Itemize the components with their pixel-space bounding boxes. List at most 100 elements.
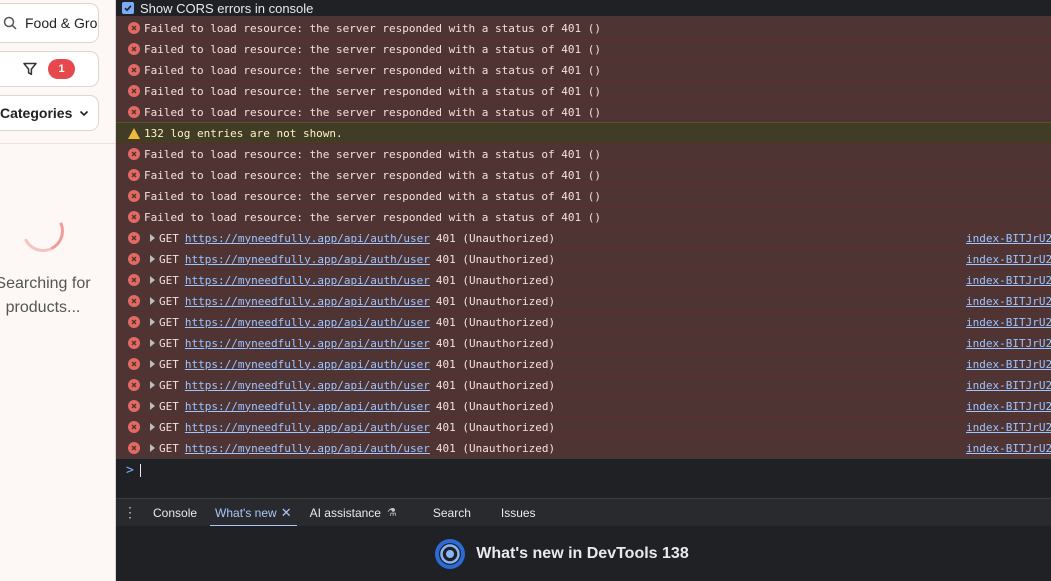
- network-error-row[interactable]: GET https://myneedfully.app/api/auth/user…: [116, 395, 1051, 416]
- expand-triangle-icon[interactable]: [150, 423, 155, 431]
- request-method: GET: [159, 336, 179, 350]
- error-icon: [128, 85, 140, 97]
- expand-triangle-icon[interactable]: [150, 276, 155, 284]
- request-method: GET: [159, 315, 179, 329]
- expand-triangle-icon[interactable]: [150, 381, 155, 389]
- network-error-row[interactable]: GET https://myneedfully.app/api/auth/user…: [116, 437, 1051, 458]
- request-url-link[interactable]: https://myneedfully.app/api/auth/user: [185, 316, 430, 329]
- network-error-row[interactable]: GET https://myneedfully.app/api/auth/user…: [116, 374, 1051, 395]
- request-url-link[interactable]: https://myneedfully.app/api/auth/user: [185, 379, 430, 392]
- error-text: Failed to load resource: the server resp…: [144, 21, 601, 35]
- tab-search[interactable]: Search: [424, 499, 480, 527]
- chrome-logo-icon: [435, 538, 466, 569]
- error-icon: [128, 22, 140, 34]
- categories-dropdown[interactable]: Categories: [0, 95, 99, 131]
- expand-triangle-icon[interactable]: [150, 297, 155, 305]
- cors-checkbox[interactable]: [122, 2, 134, 14]
- loading-spinner-icon: [16, 204, 70, 258]
- error-icon: [128, 64, 140, 76]
- devtools-panel: Show CORS errors in console Failed to lo…: [116, 0, 1051, 581]
- network-error-row[interactable]: GET https://myneedfully.app/api/auth/user…: [116, 353, 1051, 374]
- network-error-row[interactable]: GET https://myneedfully.app/api/auth/user…: [116, 269, 1051, 290]
- request-method: GET: [159, 441, 179, 455]
- expand-triangle-icon[interactable]: [150, 402, 155, 410]
- filter-button[interactable]: 1: [0, 51, 99, 87]
- request-url-link[interactable]: https://myneedfully.app/api/auth/user: [185, 421, 430, 434]
- network-error-row[interactable]: GET https://myneedfully.app/api/auth/user…: [116, 290, 1051, 311]
- loading-line-2: products...: [5, 299, 81, 316]
- error-text: Failed to load resource: the server resp…: [144, 42, 601, 56]
- network-error-row[interactable]: GET https://myneedfully.app/api/auth/user…: [116, 248, 1051, 269]
- tab-ai-assistance[interactable]: AI assistance ⚗: [301, 499, 406, 527]
- expand-triangle-icon[interactable]: [150, 444, 155, 452]
- console-error-row: Failed to load resource: the server resp…: [116, 59, 1051, 80]
- tab-label: Search: [432, 505, 471, 520]
- app-panel: Food & Groceries 1 Categories Searching …: [0, 0, 116, 581]
- request-url-link[interactable]: https://myneedfully.app/api/auth/user: [185, 442, 430, 455]
- error-icon: [128, 190, 140, 202]
- console-error-row: Failed to load resource: the server resp…: [116, 80, 1051, 101]
- cors-label: Show CORS errors in console: [140, 0, 314, 16]
- request-method: GET: [159, 252, 179, 266]
- source-file-link[interactable]: index-BITJrU2: [966, 295, 1051, 308]
- request-status: 401 (Unauthorized): [435, 420, 556, 434]
- source-file-link[interactable]: index-BITJrU2: [966, 379, 1051, 392]
- tab-what-s-new[interactable]: What's new ✕: [206, 499, 301, 527]
- expand-triangle-icon[interactable]: [150, 360, 155, 368]
- request-url-link[interactable]: https://myneedfully.app/api/auth/user: [185, 274, 430, 287]
- request-url-link[interactable]: https://myneedfully.app/api/auth/user: [185, 295, 430, 308]
- categories-label: Categories: [0, 105, 73, 121]
- request-url-link[interactable]: https://myneedfully.app/api/auth/user: [185, 358, 430, 371]
- expand-triangle-icon[interactable]: [150, 339, 155, 347]
- console-prompt[interactable]: >: [116, 458, 1051, 482]
- error-text: Failed to load resource: the server resp…: [144, 105, 601, 119]
- source-file-link[interactable]: index-BITJrU2: [966, 337, 1051, 350]
- tab-label: What's new: [215, 505, 277, 520]
- network-error-row[interactable]: GET https://myneedfully.app/api/auth/user…: [116, 311, 1051, 332]
- console-error-row: Failed to load resource: the server resp…: [116, 38, 1051, 59]
- request-method: GET: [159, 231, 179, 245]
- source-file-link[interactable]: index-BITJrU2: [966, 274, 1051, 287]
- drawer-tabbar: ⋮ Console What's new ✕ AI assistance ⚗ Search…: [116, 498, 1051, 527]
- error-icon: [128, 442, 140, 454]
- source-file-link[interactable]: index-BITJrU2: [966, 358, 1051, 371]
- console-error-row: Failed to load resource: the server resp…: [116, 185, 1051, 206]
- divider: [0, 143, 115, 144]
- request-status: 401 (Unauthorized): [435, 357, 556, 371]
- tab-issues[interactable]: Issues: [492, 499, 545, 527]
- cors-setting-row[interactable]: Show CORS errors in console: [116, 0, 1051, 17]
- source-file-link[interactable]: index-BITJrU2: [966, 442, 1051, 455]
- warning-icon: [128, 127, 140, 139]
- search-field[interactable]: Food & Groceries: [0, 3, 99, 43]
- request-url-link[interactable]: https://myneedfully.app/api/auth/user: [185, 337, 430, 350]
- source-file-link[interactable]: index-BITJrU2: [966, 316, 1051, 329]
- request-url-link[interactable]: https://myneedfully.app/api/auth/user: [185, 400, 430, 413]
- search-icon: [3, 16, 17, 30]
- expand-triangle-icon[interactable]: [150, 234, 155, 242]
- error-icon: [128, 358, 140, 370]
- source-file-link[interactable]: index-BITJrU2: [966, 421, 1051, 434]
- chevron-down-icon: [80, 110, 89, 117]
- tab-console[interactable]: Console: [144, 499, 206, 527]
- request-url-link[interactable]: https://myneedfully.app/api/auth/user: [185, 253, 430, 266]
- more-options-icon[interactable]: ⋮: [116, 504, 144, 521]
- error-icon: [128, 337, 140, 349]
- source-file-link[interactable]: index-BITJrU2: [966, 400, 1051, 413]
- request-url-link[interactable]: https://myneedfully.app/api/auth/user: [185, 232, 430, 245]
- network-error-row[interactable]: GET https://myneedfully.app/api/auth/user…: [116, 332, 1051, 353]
- close-tab-icon[interactable]: ✕: [281, 505, 292, 521]
- console-log: Failed to load resource: the server resp…: [116, 17, 1051, 458]
- network-error-row[interactable]: GET https://myneedfully.app/api/auth/user…: [116, 416, 1051, 437]
- source-file-link[interactable]: index-BITJrU2: [966, 232, 1051, 245]
- console-error-row: Failed to load resource: the server resp…: [116, 164, 1051, 185]
- error-icon: [128, 274, 140, 286]
- expand-triangle-icon[interactable]: [150, 255, 155, 263]
- network-error-row[interactable]: GET https://myneedfully.app/api/auth/user…: [116, 227, 1051, 248]
- console-warning-row: 132 log entries are not shown.: [116, 122, 1051, 143]
- text-caret: [139, 464, 141, 477]
- expand-triangle-icon[interactable]: [150, 318, 155, 326]
- error-icon: [128, 106, 140, 118]
- loading-line-1: Searching for: [0, 275, 91, 292]
- source-file-link[interactable]: index-BITJrU2: [966, 253, 1051, 266]
- error-icon: [128, 169, 140, 181]
